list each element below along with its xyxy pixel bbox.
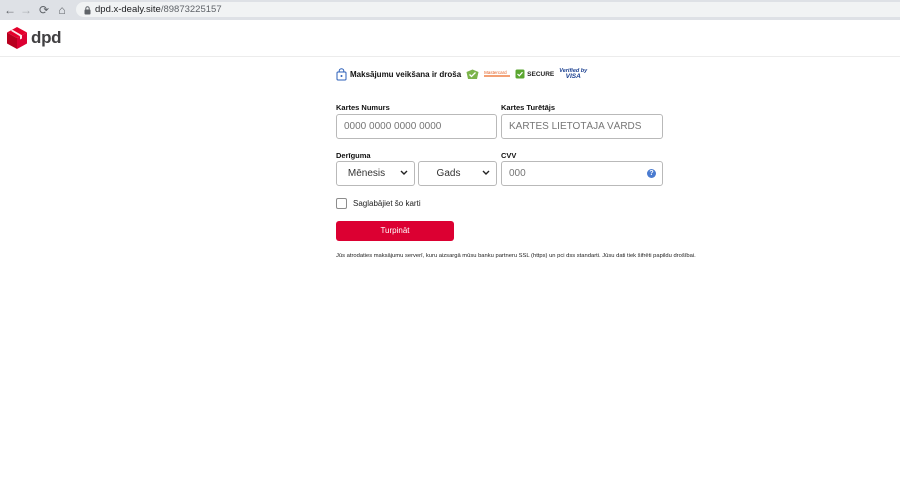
url-domain: dpd.x-dealy.site: [95, 4, 161, 15]
card-number-label: Kartes Numurs: [336, 103, 390, 112]
expiry-year-value: Gads: [436, 168, 461, 179]
visa-text: VISA: [565, 73, 581, 80]
home-icon[interactable]: ⌂: [54, 2, 70, 18]
address-bar[interactable]: dpd.x-dealy.site/89873225157: [76, 2, 900, 17]
check-seal-icon: [466, 69, 479, 79]
secure-badge: SECURE: [515, 69, 554, 79]
forward-arrow-icon[interactable]: →: [18, 2, 34, 18]
help-icon[interactable]: ?: [647, 169, 656, 178]
lock-icon: [84, 5, 91, 20]
security-note: Jūs atrodaties maksājumu serverī, kuru a…: [336, 253, 696, 259]
site-header: dpd: [0, 20, 900, 57]
back-arrow-icon[interactable]: ←: [2, 2, 18, 18]
shopping-bag-lock-icon: [336, 67, 347, 80]
expiry-month-select[interactable]: Mēnesis: [336, 161, 415, 186]
dpd-cube-icon: [7, 27, 27, 49]
cvv-input[interactable]: [501, 161, 663, 186]
chevron-down-icon: [400, 170, 408, 175]
expiry-month-value: Mēnesis: [347, 168, 386, 179]
url-text: dpd.x-dealy.site/89873225157: [95, 2, 222, 17]
card-number-input[interactable]: [336, 114, 497, 139]
card-holder-label: Kartes Turētājs: [501, 103, 556, 112]
dpd-logo-text: dpd: [31, 28, 62, 47]
secure-payment-row: Maksājumu veikšana ir droša Mastercard S…: [336, 66, 587, 82]
expiry-label: Derīguma: [336, 151, 371, 160]
dpd-logo[interactable]: dpd: [6, 26, 62, 50]
card-holder-input[interactable]: [501, 114, 663, 139]
save-card-label[interactable]: Saglabājiet šo karti: [353, 199, 421, 208]
url-path: /89873225157: [160, 4, 222, 15]
verified-by-visa-badge: Verified by VISA: [559, 68, 587, 80]
shield-check-icon: [515, 69, 525, 79]
reload-icon[interactable]: ⟳: [36, 2, 52, 18]
mastercard-securecode-badge: Mastercard: [484, 70, 511, 79]
secure-payment-title: Maksājumu veikšana ir droša: [350, 69, 462, 79]
mastercard-badge-stripe: [484, 74, 511, 77]
chevron-down-icon: [482, 170, 490, 175]
browser-toolbar: ← → ⟳ ⌂ dpd.x-dealy.site/89873225157: [0, 0, 900, 20]
continue-button[interactable]: Turpināt: [336, 221, 454, 241]
cvv-label: CVV: [501, 151, 517, 160]
save-card-checkbox[interactable]: [336, 198, 347, 209]
secure-badge-text: SECURE: [527, 70, 555, 78]
expiry-year-select[interactable]: Gads: [418, 161, 497, 186]
